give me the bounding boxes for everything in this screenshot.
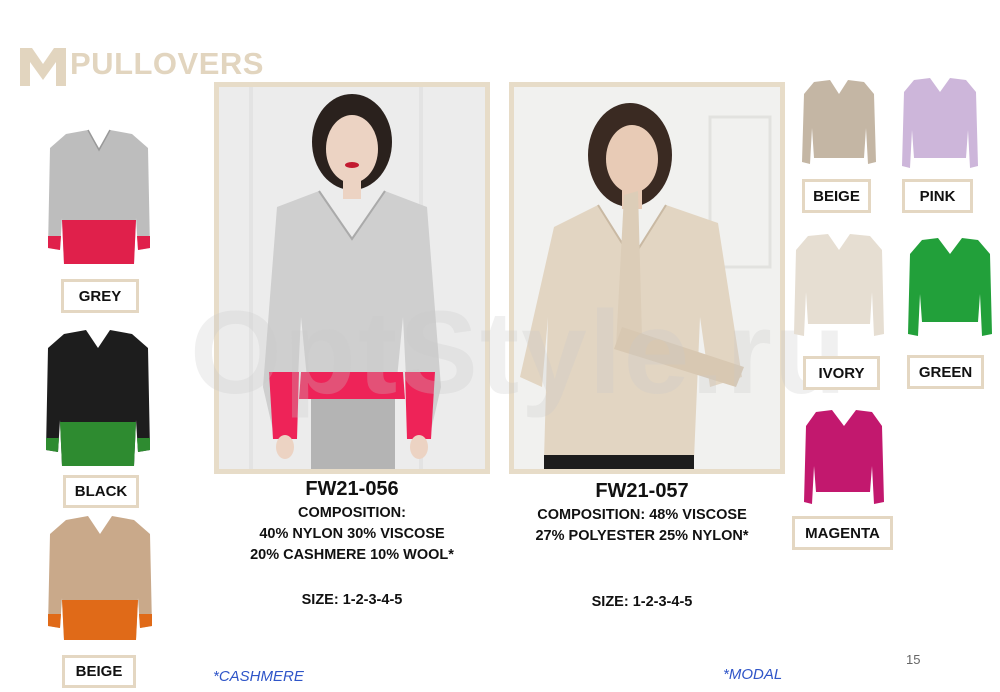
page-title: PULLOVERS: [70, 46, 264, 81]
swatch-label-green: GREEN: [907, 355, 984, 389]
green-sweater-swatch: [908, 238, 992, 336]
black-pullover-swatch: [46, 330, 150, 466]
product-size-2: SIZE: 1-2-3-4-5: [591, 594, 693, 610]
beige-sweater-swatch: [802, 80, 876, 164]
beige-pullover-swatch: [48, 516, 152, 640]
ivory-sweater-swatch: [794, 234, 884, 336]
product-photo-fw21-056: [214, 82, 490, 474]
swatch-label-beige-right: BEIGE: [802, 179, 871, 213]
swatch-label-black: BLACK: [63, 475, 139, 508]
m-logo-icon: [20, 48, 66, 86]
grey-pullover-swatch: [48, 129, 150, 264]
footnote-modal: *MODAL: [723, 666, 783, 683]
composition-line: COMPOSITION: 48% VISCOSE: [537, 507, 747, 523]
composition-line: COMPOSITION:: [298, 505, 406, 521]
swatch-label-grey: GREY: [61, 279, 139, 313]
product-composition-2: COMPOSITION: 48% VISCOSE 27% POLYESTER 2…: [504, 505, 780, 547]
swatch-label-beige: BEIGE: [62, 655, 136, 688]
composition-line: 20% CASHMERE 10% WOOL*: [250, 547, 454, 563]
composition-line: 40% NYLON 30% VISCOSE: [259, 526, 445, 542]
pink-sweater-swatch: [902, 78, 978, 168]
product-composition-1: COMPOSITION: 40% NYLON 30% VISCOSE 20% C…: [214, 503, 490, 566]
swatch-label-ivory: IVORY: [803, 356, 880, 390]
product-code-1: FW21-056: [305, 478, 399, 500]
composition-line: 27% POLYESTER 25% NYLON*: [535, 528, 749, 544]
product-code-2: FW21-057: [595, 480, 689, 502]
magenta-sweater-swatch: [804, 410, 884, 504]
product-size-1: SIZE: 1-2-3-4-5: [301, 592, 403, 608]
footnote-cashmere: *CASHMERE: [213, 668, 304, 685]
page-number: 15: [906, 652, 921, 667]
swatch-label-magenta: MAGENTA: [792, 516, 893, 550]
product-photo-fw21-057: [509, 82, 785, 474]
swatch-label-pink: PINK: [902, 179, 973, 213]
